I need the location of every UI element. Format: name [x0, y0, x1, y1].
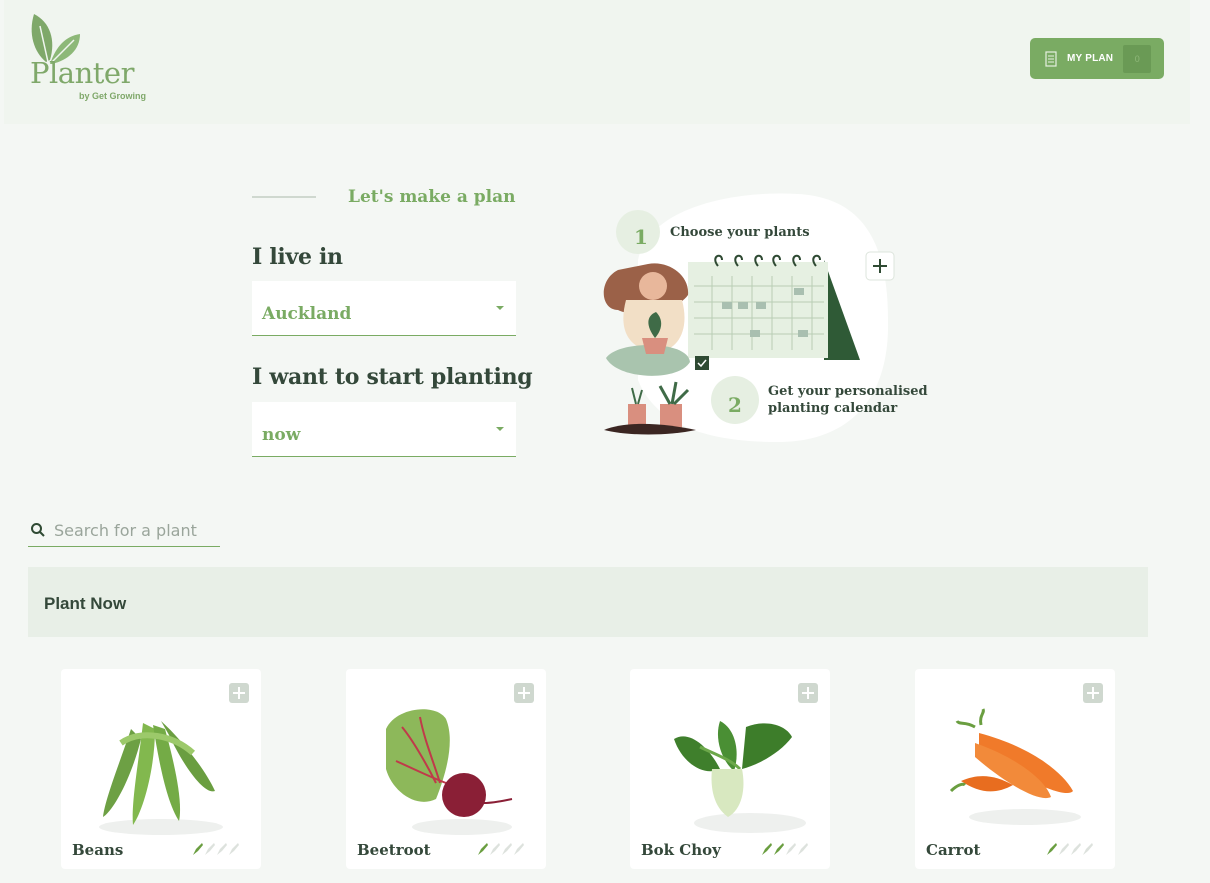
trowel-icon [205, 843, 215, 855]
beans-image [99, 721, 223, 835]
plant-card-bok-choy[interactable]: Bok Choy [630, 669, 830, 869]
trowel-icon [774, 843, 784, 855]
start-select[interactable]: now [252, 402, 516, 457]
my-plan-label: MY PLAN [1067, 53, 1114, 64]
trowel-icon [762, 843, 772, 855]
plant-now-section-header: Plant Now [28, 567, 1148, 637]
plant-name: Bok Choy [641, 841, 721, 859]
plant-card-beans[interactable]: Beans [61, 669, 261, 869]
search-icon [31, 523, 45, 537]
plant-card-carrot[interactable]: Carrot [915, 669, 1115, 869]
step1-number: 1 [634, 225, 648, 249]
carrot-image [949, 708, 1081, 825]
logo-wordmark: Planter [30, 56, 134, 90]
trowel-icon [786, 843, 796, 855]
step2-line2: planting calendar [768, 401, 897, 416]
plant-name: Carrot [926, 841, 981, 859]
difficulty-rating-icons [1047, 843, 1093, 855]
plant-card-beetroot[interactable]: Beetroot [346, 669, 546, 869]
trowel-icon [217, 843, 227, 855]
difficulty-rating-icons [762, 843, 808, 855]
location-select[interactable]: Auckland [252, 281, 516, 336]
start-value: now [262, 425, 301, 445]
trowel-icon [502, 843, 512, 855]
trowel-icon [193, 843, 203, 855]
section-title: Plant Now [44, 594, 127, 613]
plant-name: Beans [72, 841, 124, 859]
difficulty-rating-icons [478, 843, 524, 855]
trowel-icon [490, 843, 500, 855]
header: Planter by Get Growing MY PLAN 0 [4, 0, 1190, 124]
trowel-icon [1059, 843, 1069, 855]
my-plan-count-badge: 0 [1123, 44, 1152, 73]
plant-name: Beetroot [357, 841, 431, 859]
dropdown-caret-icon [496, 306, 504, 310]
logo-tagline: by Get Growing [79, 91, 147, 101]
search-input[interactable] [54, 520, 214, 540]
plan-kicker: Let's make a plan [348, 187, 516, 207]
step1-text: Choose your plants [670, 225, 810, 240]
difficulty-rating-icons [193, 843, 239, 855]
checkbox-icon [695, 356, 709, 370]
trowel-icon [478, 843, 488, 855]
location-value: Auckland [262, 304, 352, 324]
kicker-rule [252, 196, 316, 198]
planting-calendar-illustration: 1 Choose your plants 2 Get your personal… [603, 193, 928, 442]
bok-choy-image [674, 721, 806, 833]
trowel-icon [229, 843, 239, 855]
trowel-icon [1071, 843, 1081, 855]
document-icon [1045, 50, 1057, 67]
plant-search[interactable] [28, 514, 220, 547]
trowel-icon [1047, 843, 1057, 855]
start-question: I want to start planting [252, 364, 533, 390]
my-plan-button[interactable]: MY PLAN 0 [1030, 38, 1164, 79]
trowel-icon [1083, 843, 1093, 855]
location-question: I live in [252, 244, 343, 270]
dropdown-caret-icon [496, 427, 504, 431]
planter-logo[interactable]: Planter by Get Growing [28, 12, 168, 104]
trowel-icon [514, 843, 524, 855]
step2-line1: Get your personalised [768, 384, 928, 399]
trowel-icon [798, 843, 808, 855]
beetroot-image [386, 709, 513, 835]
step2-number: 2 [728, 393, 742, 417]
